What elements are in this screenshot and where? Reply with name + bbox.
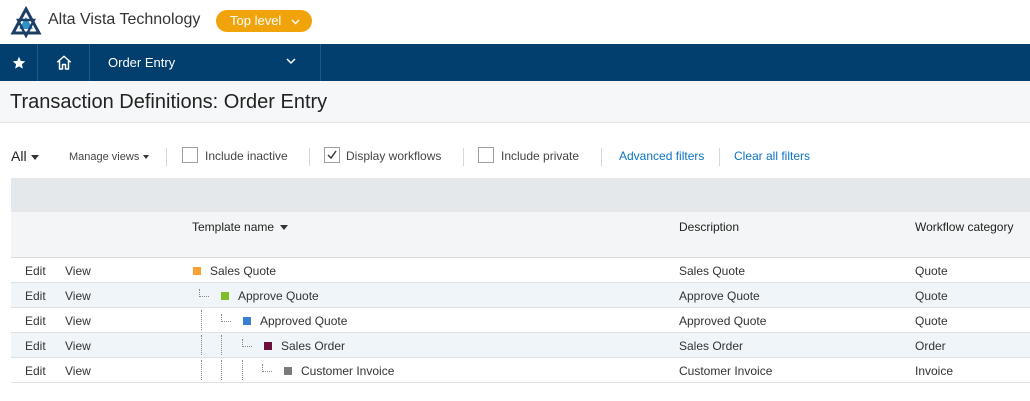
view-link[interactable]: View — [65, 264, 91, 278]
template-name-cell: Customer Invoice — [262, 358, 394, 383]
workflow-category-cell: Quote — [915, 314, 948, 328]
include-private-checkbox[interactable] — [478, 147, 494, 163]
manage-views-label: Manage views — [69, 151, 140, 163]
template-name-cell: Approved Quote — [221, 308, 347, 333]
column-header-template-name-label: Template name — [192, 220, 275, 234]
home-button[interactable] — [38, 44, 90, 81]
page-header: Transaction Definitions: Order Entry — [0, 81, 1030, 123]
description-cell: Approve Quote — [679, 289, 760, 303]
company-logo-icon — [10, 6, 42, 38]
view-link[interactable]: View — [65, 339, 91, 353]
chevron-down-icon — [291, 12, 300, 34]
star-icon — [12, 56, 25, 69]
template-name: Approved Quote — [260, 313, 348, 328]
module-menu[interactable]: Order Entry — [90, 44, 321, 81]
entity-level-label: Top level — [230, 13, 282, 28]
table-header: Template name Description Workflow categ… — [11, 212, 1030, 258]
table-row: Edit View Sales Order Sales Order Order — [11, 333, 1030, 358]
status-square-icon — [264, 341, 272, 350]
page-title: Transaction Definitions: Order Entry — [10, 91, 328, 113]
edit-link[interactable]: Edit — [25, 314, 46, 328]
template-name-cell: Sales Order — [242, 333, 345, 358]
tree-connector-icon — [262, 363, 272, 372]
description-cell: Sales Quote — [679, 264, 746, 278]
table-body: Edit View Sales Quote Sales Quote Quote … — [11, 258, 1030, 383]
column-header-workflow-category[interactable]: Workflow category — [915, 220, 1013, 234]
edit-link[interactable]: Edit — [25, 339, 46, 353]
status-square-icon — [193, 266, 201, 275]
edit-link[interactable]: Edit — [25, 364, 46, 378]
view-selector[interactable]: All — [11, 148, 39, 164]
workflow-category-cell: Quote — [915, 264, 948, 278]
tree-guide-line — [201, 310, 202, 330]
table-row: Edit View Approved Quote Approved Quote … — [11, 308, 1030, 333]
column-header-description[interactable]: Description — [679, 220, 739, 234]
include-inactive-label: Include inactive — [205, 149, 288, 163]
module-menu-label: Order Entry — [108, 55, 176, 70]
table-row: Edit View Approve Quote Approve Quote Qu… — [11, 283, 1030, 308]
status-square-icon — [243, 316, 251, 325]
tree-connector-icon — [221, 313, 231, 322]
caret-down-icon — [143, 155, 150, 160]
tree-connector-icon — [242, 338, 252, 347]
divider — [309, 148, 310, 166]
template-name: Sales Order — [281, 338, 346, 353]
nav-bar: Order Entry — [0, 44, 1030, 81]
divider — [166, 148, 167, 166]
template-name: Sales Quote — [210, 263, 277, 278]
display-workflows-label: Display workflows — [346, 149, 442, 163]
table-row: Edit View Sales Quote Sales Quote Quote — [11, 258, 1030, 283]
workflow-category-cell: Quote — [915, 289, 948, 303]
column-header-template-name[interactable]: Template name — [192, 220, 289, 234]
home-icon — [56, 55, 71, 70]
workflow-category-cell: Invoice — [915, 364, 954, 378]
caret-down-icon — [30, 154, 39, 160]
workflow-category-cell: Order — [915, 339, 946, 353]
template-name-cell: Approve Quote — [199, 283, 319, 308]
edit-link[interactable]: Edit — [25, 264, 46, 278]
clear-filters-link[interactable]: Clear all filters — [734, 149, 810, 163]
advanced-filters-link[interactable]: Advanced filters — [619, 149, 704, 163]
display-workflows-checkbox[interactable] — [324, 147, 340, 163]
view-selector-label: All — [11, 148, 27, 164]
table-toolbar — [11, 178, 1030, 212]
tree-guide-line — [242, 360, 243, 380]
template-name: Approve Quote — [238, 288, 319, 303]
top-bar: Alta Vista Technology Top level — [0, 0, 1030, 44]
status-square-icon — [284, 366, 292, 375]
chevron-down-icon — [286, 58, 296, 65]
include-private-label: Include private — [501, 149, 580, 163]
template-name: Customer Invoice — [301, 363, 395, 378]
view-link[interactable]: View — [65, 314, 91, 328]
view-link[interactable]: View — [65, 364, 91, 378]
company-name: Alta Vista Technology — [48, 11, 201, 28]
view-link[interactable]: View — [65, 289, 91, 303]
template-name-cell: Sales Quote — [193, 258, 276, 283]
check-icon — [327, 150, 337, 160]
sort-caret-icon — [280, 225, 289, 231]
divider — [719, 148, 720, 166]
divider — [601, 148, 602, 166]
divider — [463, 148, 464, 166]
description-cell: Approved Quote — [679, 314, 767, 328]
table-row: Edit View Customer Invoice Customer Invo… — [11, 358, 1030, 383]
entity-level-button[interactable]: Top level — [216, 10, 312, 32]
edit-link[interactable]: Edit — [25, 289, 46, 303]
tree-guide-line — [221, 335, 222, 355]
tree-guide-line — [221, 360, 222, 380]
include-inactive-checkbox[interactable] — [182, 147, 198, 163]
tree-connector-icon — [199, 288, 209, 297]
status-square-icon — [221, 291, 229, 300]
tree-guide-line — [201, 360, 202, 380]
description-cell: Customer Invoice — [679, 364, 773, 378]
tree-guide-line — [201, 335, 202, 355]
description-cell: Sales Order — [679, 339, 744, 353]
manage-views-button[interactable]: Manage views — [69, 151, 150, 163]
filter-bar: All Manage views Include inactive Displa… — [0, 140, 1030, 174]
favorites-button[interactable] — [0, 44, 38, 81]
